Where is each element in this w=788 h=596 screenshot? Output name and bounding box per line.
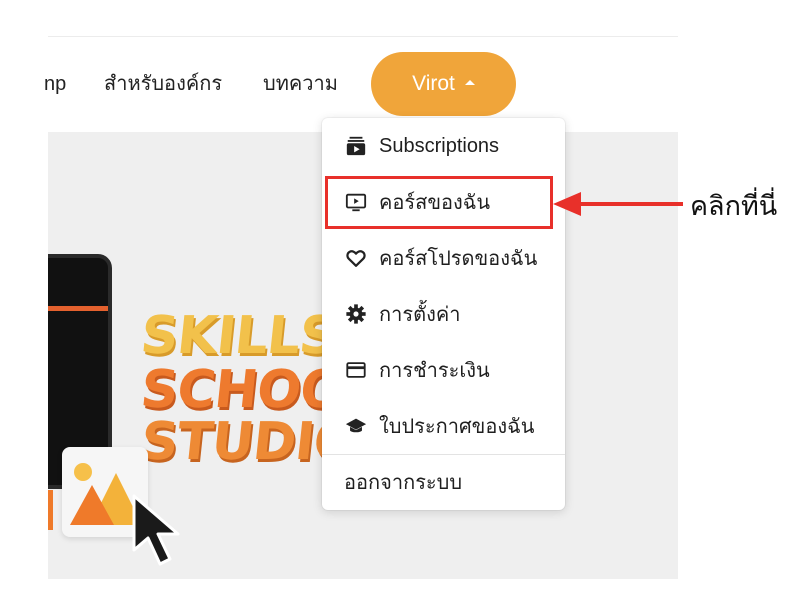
graduation-cap-icon [344, 414, 368, 438]
nav-link-partial[interactable]: np [44, 52, 66, 116]
menu-item-logout[interactable]: ออกจากระบบ [322, 454, 565, 510]
header-divider [48, 36, 678, 37]
menu-item-label: การตั้งค่า [379, 304, 461, 326]
menu-item-certificates[interactable]: ใบประกาศของฉัน [322, 398, 565, 454]
menu-item-subscriptions[interactable]: Subscriptions [322, 118, 565, 174]
click-here-label: คลิกที่นี่ [690, 191, 778, 221]
menu-item-label: คอร์สโปรดของฉัน [379, 248, 538, 270]
menu-item-label: Subscriptions [379, 134, 500, 157]
decorative-sliver [48, 490, 53, 530]
menu-item-label: การชำระเงิน [379, 360, 490, 382]
nav-link-articles[interactable]: บทความ [263, 52, 338, 116]
caret-up-icon [464, 80, 475, 85]
highlight-box [325, 176, 553, 229]
menu-item-payment[interactable]: การชำระเงิน [322, 342, 565, 398]
heart-icon [344, 246, 368, 270]
banner-text-line-1: SKILLS [137, 306, 339, 366]
menu-item-label: ออกจากระบบ [344, 472, 463, 494]
menu-item-label: ใบประกาศของฉัน [379, 416, 535, 438]
arrow-left-icon [553, 192, 683, 216]
nav-link-for-organization[interactable]: สำหรับองค์กร [104, 52, 222, 116]
user-name: Virot [412, 72, 455, 95]
mouse-cursor-icon [132, 494, 180, 566]
top-navigation: np สำหรับองค์กร บทความ Virot [44, 52, 678, 116]
user-menu-button[interactable]: Virot [371, 52, 516, 116]
subscriptions-icon [344, 134, 368, 158]
menu-item-favorite-courses[interactable]: คอร์สโปรดของฉัน [322, 230, 565, 286]
menu-item-settings[interactable]: การตั้งค่า [322, 286, 565, 342]
credit-card-icon [344, 358, 368, 382]
gear-icon [344, 302, 368, 326]
